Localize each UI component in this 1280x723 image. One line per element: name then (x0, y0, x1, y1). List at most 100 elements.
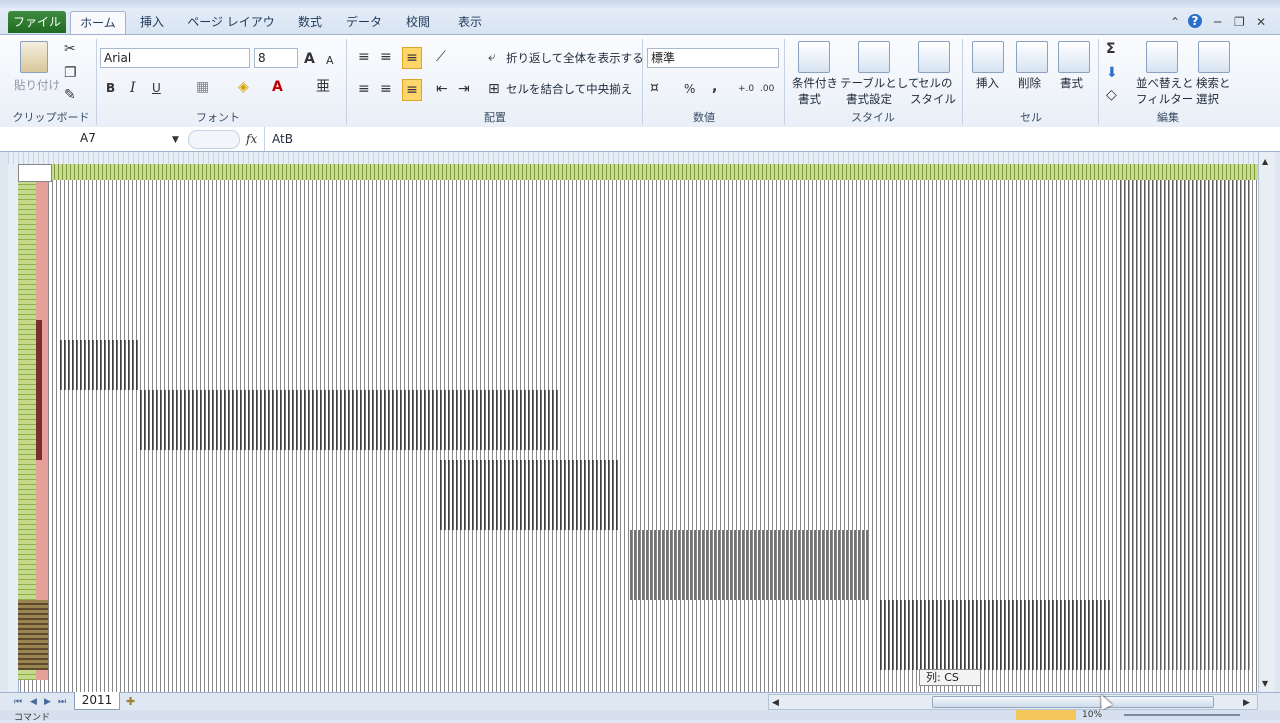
tab-page-layout[interactable]: ページ レイアウト (186, 11, 276, 51)
increase-decimal-icon[interactable]: +.0 (738, 81, 754, 97)
scroll-down-icon[interactable]: ▼ (1262, 676, 1268, 692)
insert-cells-button[interactable]: 挿入 (976, 75, 999, 91)
conditional-format-label-1[interactable]: 条件付き (792, 75, 838, 91)
copy-icon[interactable]: ❐ (64, 65, 77, 81)
status-bar: コマンド 10% (0, 710, 1280, 723)
selected-cell[interactable] (18, 164, 52, 182)
align-center-icon[interactable]: ≡ (380, 81, 392, 97)
decrease-decimal-icon[interactable]: .00 (760, 81, 774, 97)
grow-font-icon[interactable]: A (304, 51, 315, 67)
find-select-label-1[interactable]: 検索と (1196, 75, 1231, 91)
delete-cells-button[interactable]: 削除 (1018, 75, 1041, 91)
delete-cells-icon[interactable] (1016, 41, 1048, 73)
help-icon[interactable]: ? (1188, 14, 1202, 28)
autosum-button[interactable]: Σ (1106, 41, 1116, 57)
increase-indent-icon[interactable]: ⇥ (458, 81, 470, 97)
sort-filter-icon[interactable] (1146, 41, 1178, 73)
first-sheet-icon[interactable]: ⏮ (14, 694, 22, 710)
scroll-up-icon[interactable]: ▲ (1262, 154, 1268, 170)
tab-formulas[interactable]: 数式 (292, 11, 328, 33)
scroll-left-icon[interactable]: ◀ (772, 695, 779, 711)
phonetic-icon[interactable]: 亜 (316, 79, 330, 95)
formula-input[interactable]: AtB (272, 132, 293, 146)
tab-file[interactable]: ファイル (8, 11, 66, 33)
align-top-icon[interactable]: ≡ (358, 49, 370, 65)
vertical-scrollbar[interactable]: ▲ ▼ (1258, 152, 1275, 692)
minimize-window-icon[interactable]: ─ (1214, 15, 1221, 29)
tab-home[interactable]: ホーム (70, 11, 126, 35)
format-cells-icon[interactable] (1058, 41, 1090, 73)
wrap-text-button[interactable]: 折り返して全体を表示する (506, 50, 644, 66)
tab-view[interactable]: 表示 (452, 11, 488, 33)
tab-review[interactable]: 校閲 (400, 11, 436, 33)
close-window-icon[interactable]: ✕ (1256, 15, 1266, 29)
conditional-format-label-2[interactable]: 書式 (798, 91, 821, 107)
font-group-label: フォント (196, 111, 240, 124)
format-cells-button[interactable]: 書式 (1060, 75, 1083, 91)
namebox-dropdown-icon[interactable]: ▼ (172, 132, 179, 148)
insert-cells-icon[interactable] (972, 41, 1004, 73)
fill-icon[interactable]: ⬇ (1106, 65, 1118, 81)
view-buttons[interactable] (1016, 710, 1076, 720)
insert-sheet-icon[interactable]: ✚ (126, 694, 135, 710)
dense-data-region (60, 340, 140, 390)
find-select-icon[interactable] (1198, 41, 1230, 73)
format-as-table-label-2[interactable]: 書式設定 (846, 91, 892, 107)
clear-icon[interactable]: ◇ (1106, 87, 1117, 103)
paste-icon[interactable] (20, 41, 48, 73)
fill-color-icon[interactable]: ◈ (238, 79, 249, 95)
format-as-table-label-1[interactable]: テーブルとして (840, 75, 919, 91)
cell-styles-icon[interactable] (918, 41, 950, 73)
zoom-slider[interactable] (1124, 714, 1240, 716)
percent-button[interactable]: % (684, 81, 695, 97)
shrink-font-icon[interactable]: A (326, 53, 334, 69)
borders-icon[interactable]: ▦ (196, 79, 209, 95)
cells-group-label: セル (1020, 111, 1042, 124)
conditional-format-icon[interactable] (798, 41, 830, 73)
prev-sheet-icon[interactable]: ◀ (30, 694, 37, 710)
comma-button[interactable]: , (712, 79, 717, 95)
paste-button[interactable]: 貼り付け (14, 77, 60, 93)
format-painter-icon[interactable]: ✎ (64, 87, 76, 103)
zoom-level[interactable]: 10% (1082, 710, 1102, 720)
tab-insert[interactable]: 挿入 (134, 11, 170, 33)
editing-group-label: 編集 (1157, 111, 1179, 124)
underline-button[interactable]: U (152, 80, 161, 96)
sort-filter-label-2[interactable]: フィルター (1136, 91, 1193, 107)
sheet-tab-2011[interactable]: 2011 (74, 692, 120, 710)
align-bottom-icon[interactable]: ≡ (402, 47, 422, 69)
align-right-icon[interactable]: ≡ (402, 79, 422, 101)
format-as-table-icon[interactable] (858, 41, 890, 73)
sort-filter-label-1[interactable]: 並べ替えと (1136, 75, 1194, 91)
number-format-box[interactable]: 標準 (647, 48, 779, 68)
dense-data-region (140, 390, 560, 450)
currency-icon[interactable]: ¤ (650, 80, 659, 96)
font-color-icon[interactable]: A (272, 79, 283, 95)
scroll-right-icon[interactable]: ▶ (1243, 695, 1250, 711)
align-left-icon[interactable]: ≡ (358, 81, 370, 97)
cut-icon[interactable]: ✂ (64, 41, 76, 57)
align-middle-icon[interactable]: ≡ (380, 49, 392, 65)
name-box[interactable]: A7 (10, 129, 186, 149)
minimize-ribbon-icon[interactable]: ⌃ (1170, 15, 1180, 29)
next-sheet-icon[interactable]: ▶ (44, 694, 51, 710)
last-sheet-icon[interactable]: ⏭ (58, 694, 66, 710)
decrease-indent-icon[interactable]: ⇤ (436, 81, 448, 97)
insert-function-button[interactable]: fx (246, 131, 257, 147)
cell-styles-label-2[interactable]: スタイル (910, 91, 956, 107)
font-size-box[interactable]: 8 (254, 48, 298, 68)
merge-center-button[interactable]: セルを結合して中央揃え (506, 81, 632, 97)
bold-button[interactable]: B (106, 80, 115, 96)
italic-button[interactable]: I (130, 80, 136, 96)
title-bar (0, 0, 1280, 8)
restore-window-icon[interactable]: ❐ (1234, 15, 1245, 29)
orientation-icon[interactable]: ⟋ (436, 49, 446, 65)
cell-styles-label-1[interactable]: セルの (918, 75, 953, 91)
dark-cell-block (18, 600, 48, 670)
font-name-box[interactable]: Arial (100, 48, 250, 68)
wrap-text-icon: ⤶ (488, 49, 496, 65)
horizontal-scroll-thumb[interactable] (932, 696, 1214, 708)
tab-data[interactable]: データ (344, 11, 384, 33)
column-headers[interactable] (8, 152, 1258, 164)
find-select-label-2[interactable]: 選択 (1196, 91, 1219, 107)
